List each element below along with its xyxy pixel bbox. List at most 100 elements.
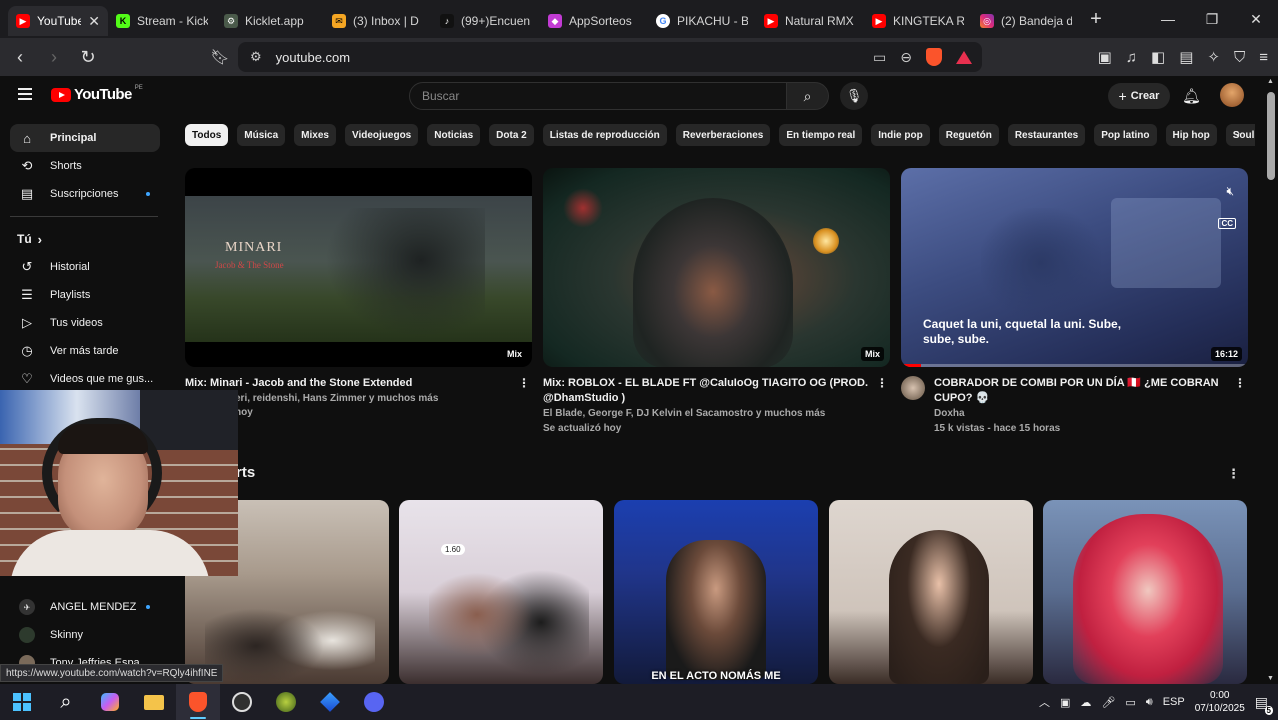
start-button[interactable] — [0, 684, 44, 720]
menu-icon[interactable]: ≡ — [1259, 49, 1268, 66]
meet-now-icon[interactable]: ▣ — [1060, 696, 1070, 709]
sidebar-item-playlists[interactable]: ☰ Playlists — [10, 281, 160, 309]
sidebar-subscription-skinny[interactable]: Skinny — [10, 621, 160, 649]
tab-kick[interactable]: K Stream - Kick — [108, 6, 216, 36]
media-icon[interactable]: ♫ — [1126, 49, 1137, 66]
restore-icon[interactable]: ❐ — [1190, 0, 1234, 38]
wallet-icon[interactable]: ▤ — [1179, 48, 1193, 66]
account-avatar[interactable] — [1220, 83, 1244, 107]
scroll-up-icon[interactable]: ▲ — [1267, 78, 1274, 85]
back-icon[interactable]: ‹ — [6, 43, 34, 71]
sidebar-item-home[interactable]: ⌂ Principal — [10, 124, 160, 152]
chip-musica[interactable]: Música — [237, 124, 286, 146]
youtube-logo[interactable]: YouTube PE — [51, 85, 143, 103]
forward-icon[interactable]: › — [40, 43, 68, 71]
search-input[interactable]: Buscar — [409, 82, 787, 110]
tab-google[interactable]: G PIKACHU - B — [648, 6, 756, 36]
video-thumbnail[interactable]: 🔇︎ CC Caquet la uni, cquetal la uni. Sub… — [901, 168, 1248, 367]
new-tab-button[interactable]: + — [1082, 5, 1110, 33]
page-scrollbar[interactable]: ▲ ▼ — [1264, 76, 1278, 684]
sidebar-toggle-icon[interactable]: ◧ — [1151, 48, 1165, 66]
chip-soul[interactable]: Soul — [1225, 124, 1255, 146]
network-icon[interactable]: ▭ — [1125, 696, 1135, 709]
chip-indie-pop[interactable]: Indie pop — [871, 124, 930, 146]
sidebar-item-history[interactable]: ↺ Historial — [10, 253, 160, 281]
mute-icon[interactable]: 🔇︎ — [1226, 184, 1234, 199]
hamburger-menu-icon[interactable] — [18, 88, 32, 100]
sidebar-subscription-angel-mendez[interactable]: ✈ ANGEL MENDEZ — [10, 593, 160, 621]
zoom-icon[interactable]: ⊖ — [900, 49, 912, 66]
chip-videojuegos[interactable]: Videojuegos — [344, 124, 419, 146]
taskbar-copilot[interactable] — [88, 684, 132, 720]
taskbar-obs[interactable] — [220, 684, 264, 720]
short-card[interactable] — [1043, 500, 1247, 684]
site-settings-icon[interactable]: ⚙ — [250, 49, 262, 65]
video-title[interactable]: Mix: Minari - Jacob and the Stone Extend… — [185, 376, 515, 391]
voice-search-button[interactable]: 🎙︎ — [840, 82, 868, 110]
taskbar-discord[interactable] — [352, 684, 396, 720]
address-bar[interactable]: ⚙ youtube.com ▭ ⊖ — [238, 42, 982, 72]
chips-next-icon[interactable]: › — [1236, 126, 1240, 140]
taskbar-app-green[interactable] — [264, 684, 308, 720]
vpn-icon[interactable]: ⛉ — [1234, 49, 1245, 66]
chip-pop-latino[interactable]: Pop latino — [1094, 124, 1157, 146]
tray-overflow-icon[interactable]: ︿ — [1039, 694, 1050, 710]
close-window-icon[interactable]: ✕ — [1234, 0, 1278, 38]
taskbar-search[interactable]: ⌕ — [44, 684, 88, 720]
taskbar-brave[interactable] — [176, 684, 220, 720]
volume-icon[interactable]: 🔊︎ — [1146, 696, 1153, 709]
sidebar-item-subscriptions[interactable]: ▤ Suscripciones — [10, 180, 160, 208]
captions-icon[interactable]: CC — [1218, 218, 1236, 229]
video-title[interactable]: COBRADOR DE COMBI POR UN DÍA 🇵🇪 ¿ME COBR… — [934, 376, 1234, 406]
sidebar-item-watch-later[interactable]: ◷ Ver más tarde — [10, 337, 160, 365]
video-card[interactable]: MINARI Jacob & The Stone Mix Mix: Minari… — [185, 168, 532, 418]
bookmark-icon[interactable]: 🔖︎ — [206, 43, 234, 71]
tab-kingteka[interactable]: ▶ KINGTEKA R — [864, 6, 972, 36]
tab-kicklet[interactable]: ⚙ Kicklet.app — [216, 6, 324, 36]
chip-noticias[interactable]: Noticias — [427, 124, 481, 146]
chip-reverberaciones[interactable]: Reverberaciones — [675, 124, 771, 146]
tab-instagram[interactable]: ◎ (2) Bandeja d — [972, 6, 1080, 36]
short-card[interactable]: 1.60 — [399, 500, 603, 684]
leo-ai-icon[interactable]: ✧ — [1207, 48, 1220, 66]
video-thumbnail[interactable]: Mix — [543, 168, 890, 367]
sidebar-item-shorts[interactable]: ⟲ Shorts — [10, 152, 160, 180]
video-title[interactable]: Mix: ROBLOX - EL BLADE FT @CaluIoOg TIAG… — [543, 376, 873, 406]
mic-tray-icon[interactable]: 🎤︎ — [1101, 696, 1115, 709]
chip-todos[interactable]: Todos — [185, 124, 229, 146]
reader-mode-icon[interactable]: ▣ — [1098, 48, 1112, 66]
short-card[interactable]: EN EL ACTO NOMÁS ME — [614, 500, 818, 684]
shorts-options-icon[interactable]: ⋮ — [1227, 466, 1240, 482]
minimize-icon[interactable]: — — [1146, 0, 1190, 38]
scroll-down-icon[interactable]: ▼ — [1267, 675, 1274, 682]
brave-shields-icon[interactable] — [926, 48, 942, 66]
video-options-icon[interactable]: ⋮ — [1234, 376, 1246, 390]
search-button[interactable]: ⌕ — [786, 82, 829, 110]
short-card[interactable] — [829, 500, 1033, 684]
taskbar-file-explorer[interactable] — [132, 684, 176, 720]
notifications-icon[interactable]: ▤ 5 — [1255, 694, 1273, 715]
taskbar-app-diamond[interactable] — [308, 684, 352, 720]
chip-listas[interactable]: Listas de reproducción — [542, 124, 667, 146]
chip-en-tiempo-real[interactable]: En tiempo real — [779, 124, 863, 146]
sidebar-item-liked-videos[interactable]: ♡ Videos que me gus... — [10, 365, 160, 393]
sidebar-item-your-videos[interactable]: ▷ Tus videos — [10, 309, 160, 337]
video-channel[interactable]: Doxha — [934, 406, 1234, 422]
chip-regueton[interactable]: Reguetón — [938, 124, 999, 146]
sidebar-you-heading[interactable]: Tú › — [10, 225, 160, 253]
clock[interactable]: 0:00 07/10/2025 — [1195, 689, 1245, 715]
tab-youtube[interactable]: ▶ YouTube ✕ — [8, 6, 108, 36]
tab-tiktok[interactable]: ♪ (99+)Encuen — [432, 6, 540, 36]
tab-appsorteos[interactable]: ◆ AppSorteos — [540, 6, 648, 36]
close-tab-icon[interactable]: ✕ — [88, 13, 100, 30]
cloud-icon[interactable]: ☁ — [1080, 696, 1091, 709]
channel-avatar[interactable] — [901, 376, 925, 400]
notifications-bell-icon[interactable]: 🔔︎ — [1182, 87, 1201, 105]
video-card[interactable]: Mix Mix: ROBLOX - EL BLADE FT @CaluIoOg … — [543, 168, 890, 434]
chip-hip-hop[interactable]: Hip hop — [1165, 124, 1217, 146]
video-card[interactable]: 🔇︎ CC Caquet la uni, cquetal la uni. Sub… — [901, 168, 1248, 434]
cast-icon[interactable]: ▭ — [873, 49, 886, 66]
language-indicator[interactable]: ESP — [1163, 696, 1185, 708]
video-options-icon[interactable]: ⋮ — [876, 376, 888, 390]
chip-dota2[interactable]: Dota 2 — [489, 124, 534, 146]
